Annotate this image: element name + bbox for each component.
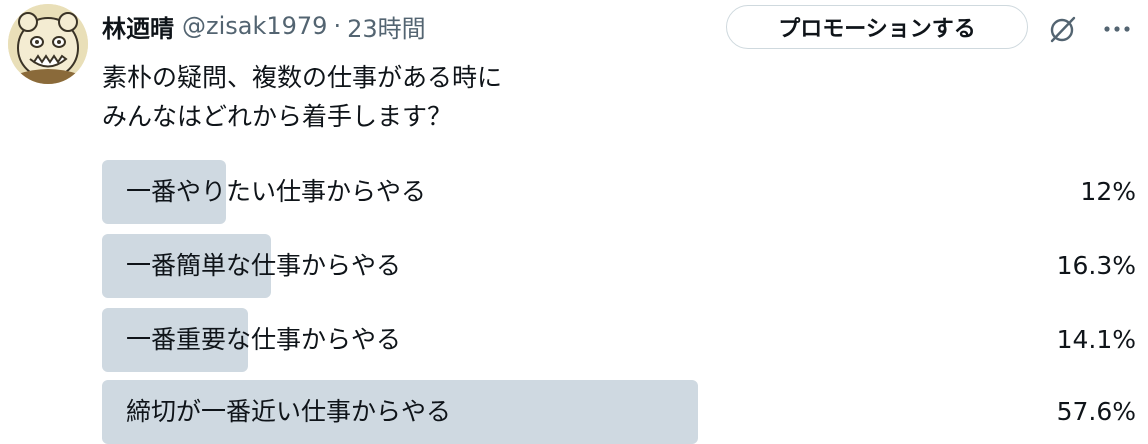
poll-option-label: 締切が一番近い仕事からやる	[126, 397, 452, 426]
author-name[interactable]: 林迺晴	[102, 9, 174, 44]
avatar-illustration	[8, 4, 88, 84]
promote-button[interactable]: プロモーションする	[726, 5, 1028, 49]
poll-option[interactable]: 一番重要な仕事からやる 14.1%	[102, 308, 1136, 372]
separator-dot: ·	[333, 12, 342, 40]
poll-option-percent: 16.3%	[1056, 251, 1136, 280]
poll-option-label: 一番簡単な仕事からやる	[126, 251, 402, 280]
poll-option[interactable]: 一番簡単な仕事からやる 16.3%	[102, 234, 1136, 298]
poll-option-label: 一番やりたい仕事からやる	[126, 177, 427, 206]
author-handle[interactable]: @zisak1979	[182, 12, 327, 40]
tweet-text: 素朴の疑問、複数の仕事がある時に みんなはどれから着手します？	[102, 58, 702, 136]
post-time[interactable]: 23時間	[347, 9, 426, 44]
poll-option-label: 一番重要な仕事からやる	[126, 325, 402, 354]
tweet-text-line: みんなはどれから着手します？	[102, 102, 453, 131]
grok-icon[interactable]	[1046, 12, 1080, 46]
tweet-header: 林迺晴 @zisak1979 · 23時間	[102, 6, 426, 46]
more-icon[interactable]	[1100, 12, 1134, 46]
poll-option-percent: 57.6%	[1056, 397, 1136, 426]
tweet-text-line: 素朴の疑問、複数の仕事がある時に	[102, 63, 503, 92]
avatar[interactable]	[8, 4, 88, 84]
poll-option-percent: 14.1%	[1056, 325, 1136, 354]
poll-option[interactable]: 締切が一番近い仕事からやる 57.6%	[102, 380, 1136, 444]
poll-option[interactable]: 一番やりたい仕事からやる 12%	[102, 160, 1136, 224]
poll-option-percent: 12%	[1080, 177, 1136, 206]
